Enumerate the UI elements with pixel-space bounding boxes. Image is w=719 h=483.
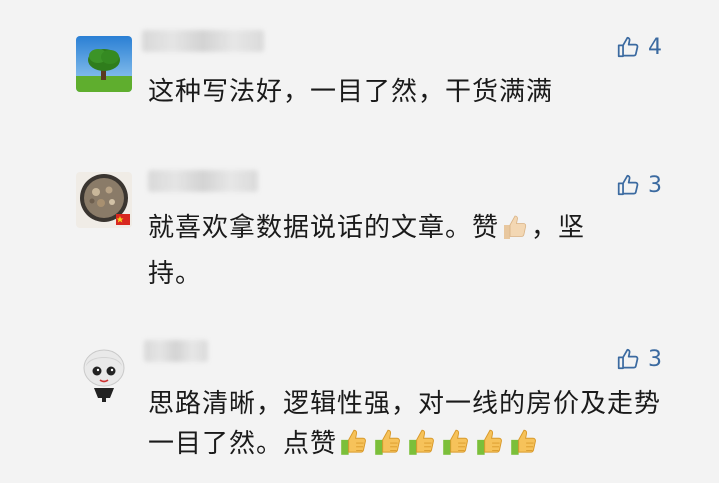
like-button[interactable]: 3 xyxy=(616,346,662,372)
thumbs-up-emoji-icon xyxy=(440,426,472,470)
thumbs-up-emoji-icon xyxy=(372,426,404,470)
username-redacted xyxy=(144,340,208,362)
comment-text-part: 就喜欢拿数据说话的文章。赞 xyxy=(148,213,500,243)
comment-text: 这种写法好，一目了然，干货满满 xyxy=(148,77,554,107)
thumbs-up-emoji-icon xyxy=(500,212,530,254)
thumbs-up-outline-icon xyxy=(617,174,639,196)
tree-avatar-image xyxy=(76,36,132,92)
thumbs-up-emoji-icon xyxy=(474,426,506,470)
username-redacted xyxy=(148,170,258,192)
thumbs-up-emoji-icon xyxy=(338,426,370,470)
like-button[interactable]: 3 xyxy=(616,172,662,198)
username-redacted xyxy=(142,30,264,52)
thumbs-up-emoji-icon xyxy=(406,426,438,470)
avatar[interactable] xyxy=(76,36,132,92)
thumbs-up-outline-icon xyxy=(617,348,639,370)
comment-list: 4 这种写法好，一目了然，干货满满 3 就喜欢拿数据说话的文章。赞 ，坚持。 3… xyxy=(0,0,719,483)
cartoon-avatar-image xyxy=(74,344,134,404)
avatar[interactable] xyxy=(76,172,132,228)
comment-text: 就喜欢拿数据说话的文章。赞 ，坚持。 xyxy=(148,208,638,294)
thumbs-up-emoji-icon xyxy=(508,426,540,470)
like-button[interactable]: 4 xyxy=(616,34,662,60)
like-count: 3 xyxy=(648,172,662,198)
comment-text: 思路清晰，逻辑性强，对一线的房价及走势一目了然。点赞 xyxy=(148,384,678,470)
food-avatar-image xyxy=(76,172,132,228)
like-count: 4 xyxy=(648,34,662,60)
avatar[interactable] xyxy=(74,344,134,404)
emoji-row xyxy=(337,429,541,459)
thumbs-up-outline-icon xyxy=(617,36,639,58)
like-count: 3 xyxy=(648,346,662,372)
